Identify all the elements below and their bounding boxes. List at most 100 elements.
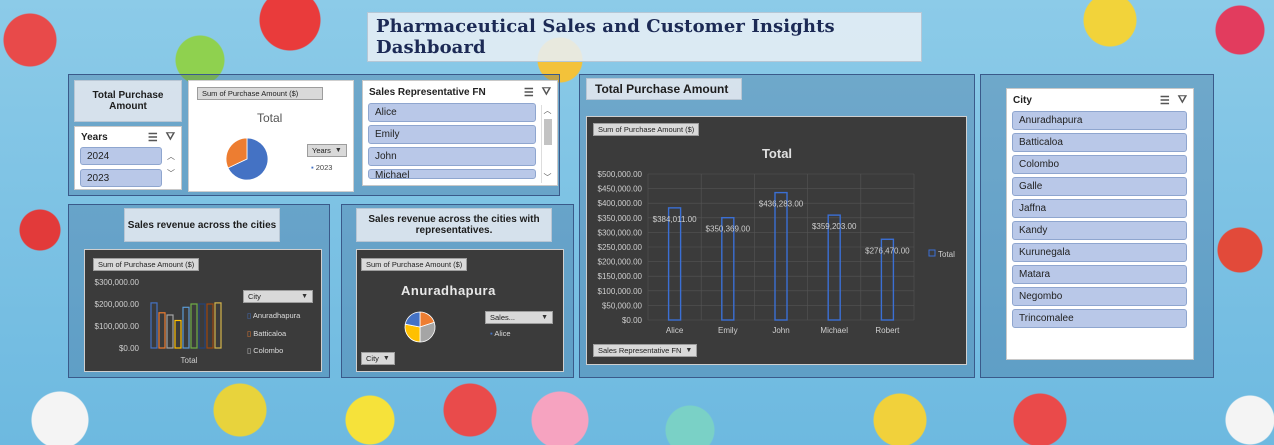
scroll-up-icon[interactable]: ︿: [544, 105, 552, 116]
city-ytick-2: $100,000.00: [95, 322, 140, 331]
xtick-label: Michael: [820, 326, 848, 335]
clear-filter-icon[interactable]: ⛛: [1178, 94, 1187, 107]
city-item-galle[interactable]: Galle: [1012, 177, 1187, 196]
years-item-2024[interactable]: 2024: [80, 147, 162, 165]
big-chart-legend: Total: [938, 250, 955, 259]
city-slicer[interactable]: City ☰ ⛛ Anuradhapura Batticaloa Colombo…: [1006, 88, 1194, 360]
scroll-thumb[interactable]: [543, 119, 552, 145]
ytick-label: $300,000.00: [598, 228, 643, 237]
dropdown-arrow-icon: ▼: [541, 314, 548, 321]
xtick-label: Robert: [875, 326, 900, 335]
data-label: $350,369.00: [706, 225, 751, 234]
city-item-jaffna[interactable]: Jaffna: [1012, 199, 1187, 218]
bar: [214, 302, 222, 349]
mini-pie-svg: [225, 137, 269, 181]
ytick-label: $100,000.00: [598, 287, 643, 296]
city-item-batticaloa[interactable]: Batticaloa: [1012, 133, 1187, 152]
clear-filter-icon[interactable]: ⛛: [166, 131, 175, 144]
years-item-2023[interactable]: 2023: [80, 169, 162, 187]
bar: [774, 191, 788, 321]
city-item-anuradhapura[interactable]: Anuradhapura: [1012, 111, 1187, 130]
ytick-label: $150,000.00: [598, 272, 643, 281]
city-ytick-0: $300,000.00: [95, 278, 140, 287]
legend-item: ▯ Colombo: [247, 346, 284, 355]
sales-rep-slicer-header: Sales Representative FN ☰ ⛛: [369, 85, 551, 99]
scroll-down-icon[interactable]: ﹀: [167, 168, 175, 179]
ytick-label: $400,000.00: [598, 199, 643, 208]
multi-select-icon[interactable]: ☰: [524, 86, 534, 99]
city-item-negombo[interactable]: Negombo: [1012, 287, 1187, 306]
city-slicer-header: City ☰ ⛛: [1013, 93, 1187, 107]
ytick-label: $200,000.00: [598, 258, 643, 267]
bar: [190, 303, 198, 349]
mini-pie-chart[interactable]: Sum of Purchase Amount ($) Total Years ▼ …: [188, 80, 354, 192]
city-item-trincomalee[interactable]: Trincomalee: [1012, 309, 1187, 328]
rep-item-john[interactable]: John: [368, 147, 536, 166]
city-chart-legend: ▯ Anuradhapura ▯ Batticaloa ▯ Colombo: [247, 307, 300, 360]
scroll-up-icon[interactable]: ︿: [167, 151, 175, 162]
rep-city-legend: ▪ Alice: [490, 329, 511, 338]
big-chart-label: Total Purchase Amount: [586, 78, 742, 100]
dashboard-title: Pharmaceutical Sales and Customer Insigh…: [376, 16, 835, 58]
ytick-label: $50,000.00: [602, 301, 643, 310]
clear-filter-icon[interactable]: ⛛: [542, 86, 551, 99]
ytick-label: $350,000.00: [598, 214, 643, 223]
data-label: $276,470.00: [865, 246, 910, 255]
years-slicer[interactable]: Years ☰ ⛛ 2024 2023 ︿ ﹀: [74, 126, 182, 190]
rep-item-emily[interactable]: Emily: [368, 125, 536, 144]
legend-swatch: [928, 249, 936, 257]
bar: [198, 303, 206, 349]
mini-pie-years-dropdown[interactable]: Years ▼: [307, 144, 347, 157]
xtick-label: Alice: [666, 326, 684, 335]
city-ytick-1: $200,000.00: [95, 300, 140, 309]
rep-city-revenue-label: Sales revenue across the cities with rep…: [356, 208, 552, 242]
dropdown-arrow-icon: ▼: [301, 293, 308, 300]
total-purchase-label: Total Purchase Amount: [74, 80, 182, 122]
dropdown-arrow-icon: ▼: [334, 147, 342, 154]
pie-slice: [404, 311, 421, 328]
dashboard-title-box: Pharmaceutical Sales and Customer Insigh…: [367, 12, 922, 62]
ytick-label: $250,000.00: [598, 243, 643, 252]
city-item-colombo[interactable]: Colombo: [1012, 155, 1187, 174]
bar: [174, 319, 182, 349]
bar: [206, 303, 214, 349]
years-slicer-header: Years ☰ ⛛: [81, 130, 175, 144]
bar: [182, 306, 190, 349]
multi-select-icon[interactable]: ☰: [148, 131, 158, 144]
bar: [166, 314, 174, 349]
years-scrollbar[interactable]: ︿ ﹀: [165, 151, 177, 187]
city-item-kurunegala[interactable]: Kurunegala: [1012, 243, 1187, 262]
rep-scrollbar[interactable]: ︿ ﹀: [541, 105, 553, 183]
bar: [158, 312, 166, 349]
rep-city-sales-dropdown[interactable]: Sales... ▼: [485, 311, 553, 324]
bar: [150, 302, 158, 349]
data-label: $436,283.00: [759, 200, 804, 209]
scroll-down-icon[interactable]: ﹀: [544, 172, 552, 183]
city-chart-dropdown[interactable]: City ▼: [243, 290, 313, 303]
rep-item-alice[interactable]: Alice: [368, 103, 536, 122]
big-chart-axis-dropdown[interactable]: Sales Representative FN ▼: [593, 344, 698, 357]
city-item-kandy[interactable]: Kandy: [1012, 221, 1187, 240]
data-label: $359,203.00: [812, 222, 857, 231]
total-purchase-chart[interactable]: Sum of Purchase Amount ($) Total $500,00…: [586, 116, 967, 365]
big-chart-title: Total: [762, 146, 792, 161]
ytick-label: $0.00: [622, 316, 643, 325]
ytick-label: $450,000.00: [598, 185, 643, 194]
dropdown-arrow-icon: ▼: [382, 355, 390, 362]
city-revenue-chart[interactable]: Sum of Purchase Amount ($) $300,000.00 $…: [84, 249, 322, 372]
big-chart-svg: Total $500,000.00 $450,000.00 $400,000.00 $…: [598, 146, 956, 335]
legend-item: ▯ Anuradhapura: [247, 311, 301, 320]
multi-select-icon[interactable]: ☰: [1160, 94, 1170, 107]
rep-item-michael[interactable]: Michael: [368, 169, 536, 179]
city-ytick-3: $0.00: [119, 344, 140, 353]
xtick-label: Emily: [718, 326, 738, 335]
rep-city-chart[interactable]: Sum of Purchase Amount ($) Anuradhapura …: [356, 249, 564, 372]
city-item-matara[interactable]: Matara: [1012, 265, 1187, 284]
rep-city-city-button[interactable]: City ▼: [361, 352, 395, 365]
ytick-label: $500,000.00: [598, 170, 643, 179]
xtick-label: John: [772, 326, 789, 335]
city-xlabel: Total: [181, 356, 198, 365]
mini-pie-legend: ▪ 2023: [311, 163, 333, 172]
sales-rep-slicer[interactable]: Sales Representative FN ☰ ⛛ Alice Emily …: [362, 80, 558, 186]
bar: [667, 207, 682, 321]
